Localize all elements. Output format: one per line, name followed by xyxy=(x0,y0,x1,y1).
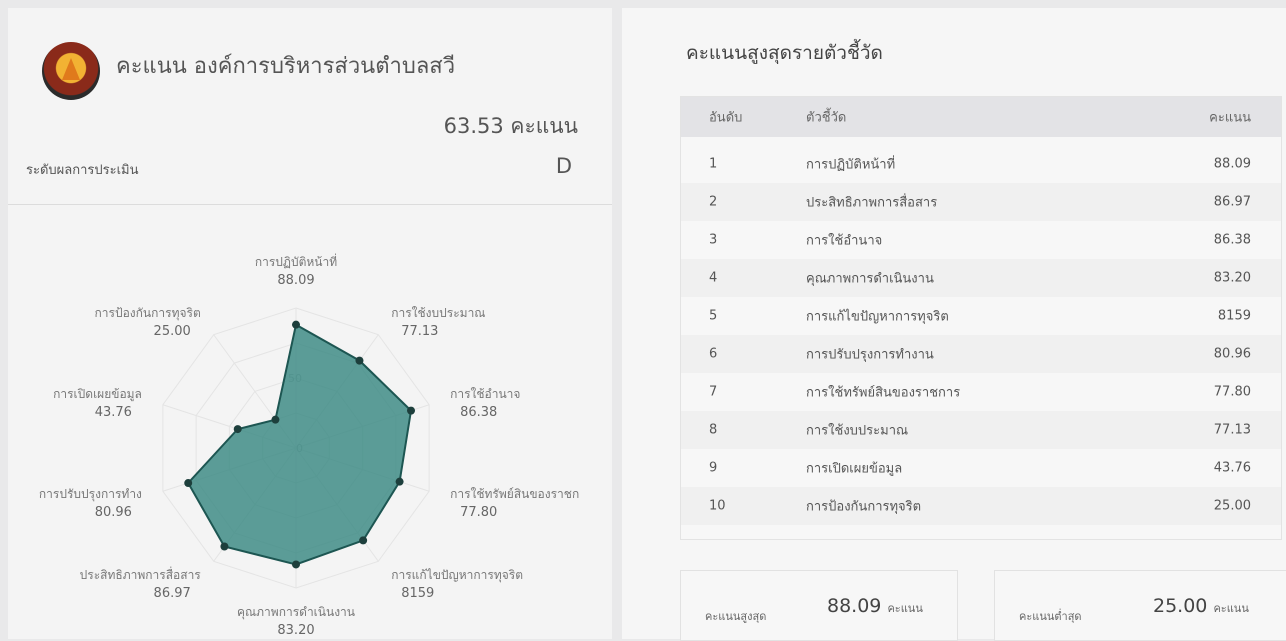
radar-point xyxy=(220,542,229,551)
table-row: 10 การป้องกันการทุจริต 25.00 xyxy=(681,487,1281,525)
row-rank: 2 xyxy=(709,194,718,210)
row-indicator: การเปิดเผยข้อมูล xyxy=(806,461,903,477)
row-score: 86.38 xyxy=(1213,232,1251,248)
radar-axis-label: การใช้ทรัพย์สินของราชก xyxy=(450,487,579,501)
min-score-card: คะแนนต่ำสุด 25.00 คะแนน xyxy=(994,570,1286,641)
row-score: 88.09 xyxy=(1213,156,1251,172)
min-score-unit: คะแนน xyxy=(1213,602,1249,615)
radar-point xyxy=(184,479,193,488)
table-header: อันดับ ตัวชี้วัด คะแนน xyxy=(681,97,1281,137)
radar-axis-value: 25.00 xyxy=(154,324,191,339)
radar-axis-label: การเปิดเผยข้อมูล xyxy=(53,387,142,402)
row-indicator: การใช้งบประมาณ xyxy=(806,423,909,439)
table-row: 1 การปฏิบัติหน้าที่ 88.09 xyxy=(681,145,1281,183)
row-rank: 8 xyxy=(709,422,718,438)
row-score: 77.13 xyxy=(1213,422,1251,438)
radar-axis-value: 86.38 xyxy=(460,405,497,420)
radar-chart: 500การปฏิบัติหน้าที่88.09การใช้งบประมาณ7… xyxy=(39,253,579,638)
ranking-table: อันดับ ตัวชี้วัด คะแนน 1 การปฏิบัติหน้าท… xyxy=(680,96,1282,540)
table-row: 7 การใช้ทรัพย์สินของราชการ 77.80 xyxy=(681,373,1281,411)
header-score: คะแนน xyxy=(1209,110,1251,126)
radar-axis-value: 8159 xyxy=(401,586,434,601)
radar-point xyxy=(395,477,404,486)
row-score: 80.96 xyxy=(1213,346,1251,362)
radar-axis-label: ประสิทธิภาพการสื่อสาร xyxy=(80,566,202,582)
max-score-unit: คะแนน xyxy=(887,602,923,615)
table-row: 2 ประสิทธิภาพการสื่อสาร 86.97 xyxy=(681,183,1281,221)
row-indicator: คุณภาพการดำเนินงาน xyxy=(806,271,934,287)
row-indicator: การแก้ไขปัญหาการทุจริต xyxy=(806,309,949,325)
radar-axis-label: การปฏิบัติหน้าที่ xyxy=(255,253,337,269)
radar-axis-label: คุณภาพการดำเนินงาน xyxy=(237,605,355,620)
max-score-number: 88.09 xyxy=(827,595,882,617)
table-row: 3 การใช้อำนาจ 86.38 xyxy=(681,221,1281,259)
row-indicator: การป้องกันการทุจริต xyxy=(806,499,922,515)
max-score-card: คะแนนสูงสุด 88.09 คะแนน xyxy=(680,570,958,641)
row-score: 86.97 xyxy=(1213,194,1251,210)
radar-axis-value: 80.96 xyxy=(95,505,132,520)
radar-axis-label: การใช้งบประมาณ xyxy=(391,306,485,320)
radar-point xyxy=(407,406,416,415)
radar-axis-value: 77.13 xyxy=(401,324,438,339)
row-rank: 1 xyxy=(709,156,718,172)
table-row: 4 คุณภาพการดำเนินงาน 83.20 xyxy=(681,259,1281,297)
radar-point xyxy=(233,425,242,434)
row-score: 8159 xyxy=(1217,308,1251,324)
header-rank: อันดับ xyxy=(709,110,743,126)
row-score: 43.76 xyxy=(1213,460,1251,476)
table-row: 9 การเปิดเผยข้อมูล 43.76 xyxy=(681,449,1281,487)
row-rank: 6 xyxy=(709,346,718,362)
radar-axis-value: 86.97 xyxy=(154,586,191,601)
table-row: 8 การใช้งบประมาณ 77.13 xyxy=(681,411,1281,449)
min-score-label: คะแนนต่ำสุด xyxy=(1019,610,1082,623)
radar-axis-label: การป้องกันการทุจริต xyxy=(95,306,201,321)
radar-axis-value: 83.20 xyxy=(277,623,314,638)
score-panel: คะแนน องค์การบริหารส่วนตำบลสวี 63.53 คะแ… xyxy=(8,8,612,639)
row-rank: 9 xyxy=(709,460,718,476)
row-score: 77.80 xyxy=(1213,384,1251,400)
radar-point xyxy=(271,415,280,424)
row-indicator: ประสิทธิภาพการสื่อสาร xyxy=(806,195,938,211)
min-score-number: 25.00 xyxy=(1153,595,1208,617)
radar-point xyxy=(292,320,300,329)
max-score-value: 88.09 คะแนน xyxy=(827,595,923,617)
max-score-label: คะแนนสูงสุด xyxy=(705,610,767,623)
row-rank: 4 xyxy=(709,270,718,286)
ranking-panel: คะแนนสูงสุดรายตัวชี้วัด อันดับ ตัวชี้วัด… xyxy=(622,8,1286,641)
row-rank: 7 xyxy=(709,384,718,400)
radar-axis-value: 88.09 xyxy=(277,273,314,288)
row-indicator: การปฏิบัติหน้าที่ xyxy=(806,157,896,173)
row-indicator: การใช้ทรัพย์สินของราชการ xyxy=(806,385,961,401)
row-score: 25.00 xyxy=(1213,498,1251,514)
radar-point xyxy=(355,356,364,365)
radar-axis-label: การปรับปรุงการทำง xyxy=(39,487,142,502)
radar-axis-label: การแก้ไขปัญหาการทุจริต xyxy=(391,568,523,583)
row-indicator: การใช้อำนาจ xyxy=(806,233,883,249)
min-score-value: 25.00 คะแนน xyxy=(1153,595,1249,617)
row-score: 83.20 xyxy=(1213,270,1251,286)
row-rank: 10 xyxy=(709,498,726,514)
radar-axis-label: การใช้อำนาจ xyxy=(450,387,520,401)
row-indicator: การปรับปรุงการทำงาน xyxy=(806,347,934,363)
row-rank: 5 xyxy=(709,308,718,324)
table-row: 6 การปรับปรุงการทำงาน 80.96 xyxy=(681,335,1281,373)
row-rank: 3 xyxy=(709,232,718,248)
ranking-title: คะแนนสูงสุดรายตัวชี้วัด xyxy=(686,42,883,64)
header-indicator: ตัวชี้วัด xyxy=(806,110,847,126)
radar-point xyxy=(292,560,300,569)
radar-point xyxy=(359,536,368,545)
radar-axis-value: 43.76 xyxy=(95,405,132,420)
radar-axis-value: 77.80 xyxy=(460,505,497,520)
radar-series-area xyxy=(186,323,413,566)
table-row: 5 การแก้ไขปัญหาการทุจริต 8159 xyxy=(681,297,1281,335)
